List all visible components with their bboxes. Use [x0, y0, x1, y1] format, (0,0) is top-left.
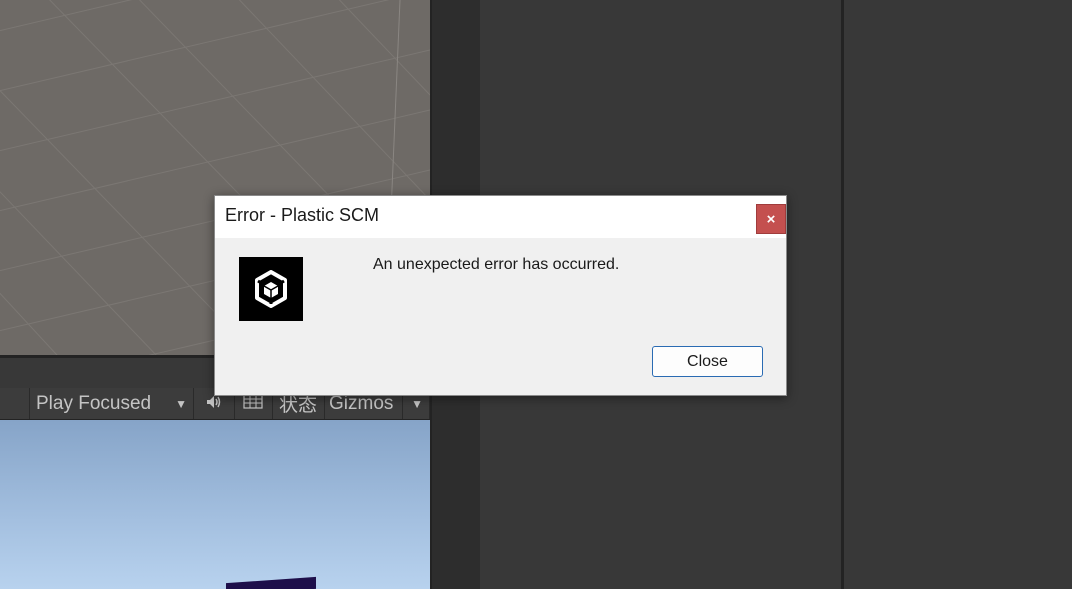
game-object — [226, 576, 316, 589]
play-mode-label: Play Focused — [36, 392, 152, 414]
error-message: An unexpected error has occurred. — [373, 256, 620, 273]
unity-logo-icon — [239, 257, 303, 321]
right-panel — [844, 0, 1072, 589]
chevron-down-icon[interactable]: ▼ — [411, 397, 423, 411]
speaker-icon — [205, 395, 223, 412]
dialog-title: Error - Plastic SCM — [225, 205, 380, 225]
game-view[interactable] — [0, 420, 430, 589]
close-button[interactable]: Close — [652, 346, 763, 377]
chevron-down-icon: ▼ — [175, 396, 187, 411]
dialog-titlebar[interactable]: Error - Plastic SCM × — [215, 196, 786, 238]
close-icon[interactable]: × — [756, 204, 786, 234]
error-dialog: Error - Plastic SCM × An unexpected erro… — [214, 195, 787, 396]
play-mode-dropdown[interactable]: Play Focused ▼ — [29, 388, 194, 419]
